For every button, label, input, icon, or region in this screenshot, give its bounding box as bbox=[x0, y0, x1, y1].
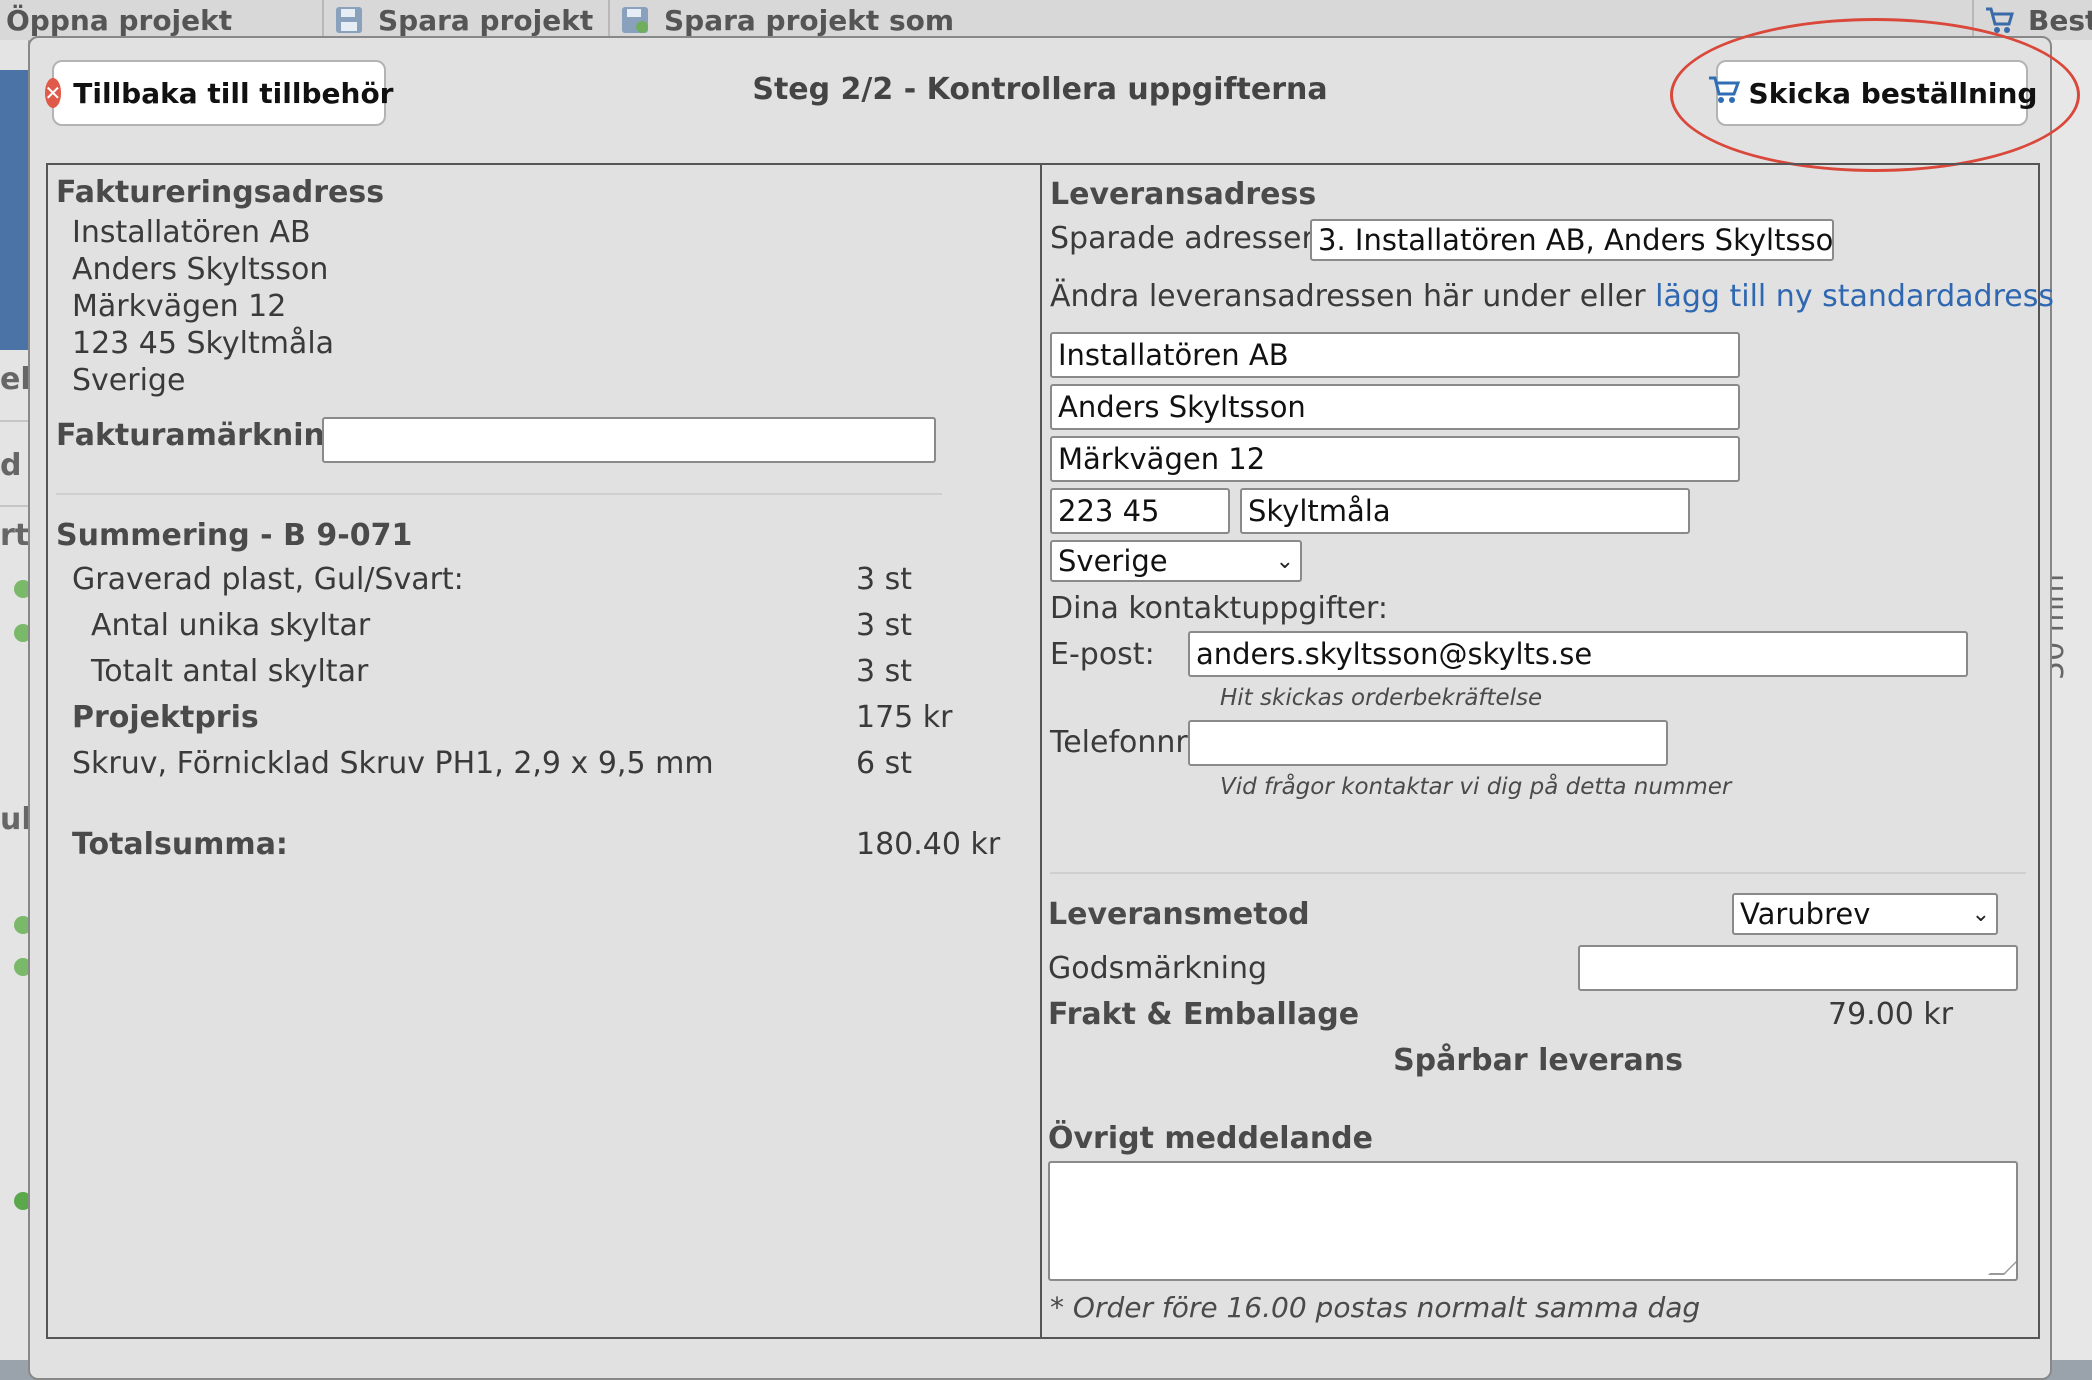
saved-addresses-label: Sparade adresser bbox=[1050, 221, 1314, 256]
country-value: Sverige bbox=[1058, 544, 1168, 578]
delivery-heading: Leveransadress bbox=[1050, 177, 1317, 212]
summary-row-label: Graverad plast, Gul/Svart: bbox=[72, 562, 464, 597]
order-label-bg: Bestä bbox=[2028, 3, 2092, 37]
street-field[interactable]: Märkvägen 12 bbox=[1050, 436, 1740, 482]
cart-icon bbox=[1707, 74, 1749, 113]
summary-row-label: Skruv, Förnicklad Skruv PH1, 2,9 x 9,5 m… bbox=[72, 746, 714, 781]
summary-row-value: 3 st bbox=[856, 608, 913, 643]
billing-heading: Faktureringsadress bbox=[56, 175, 385, 210]
chevron-down-icon: ⌄ bbox=[1971, 901, 1990, 927]
order-dialog: ✕ Tillbaka till tillbehör Steg 2/2 - Kon… bbox=[28, 18, 2080, 1380]
background-left-panel: ek d rt ul bbox=[0, 40, 40, 1360]
phone-field[interactable] bbox=[1188, 720, 1668, 766]
goods-marking-input[interactable] bbox=[1578, 945, 2018, 991]
saved-addresses-select[interactable]: 3. Installatören AB, Anders Skyltsson ⌄ bbox=[1310, 219, 1834, 261]
resize-handle-icon[interactable] bbox=[1988, 1259, 2016, 1275]
order-details: Faktureringsadress Installatören AB Ande… bbox=[46, 163, 2054, 1339]
contact-name-field[interactable]: Anders Skyltsson bbox=[1050, 384, 1740, 430]
total-value: 180.40 kr bbox=[856, 827, 1001, 862]
summary-row-value: 6 st bbox=[856, 746, 913, 781]
summary-heading: Summering - B 9-071 bbox=[56, 518, 413, 553]
open-project-label: Öppna projekt bbox=[6, 3, 233, 37]
billing-name: Anders Skyltsson bbox=[72, 252, 329, 287]
total-label: Totalsumma: bbox=[72, 827, 288, 862]
email-label: E-post: bbox=[1050, 637, 1155, 672]
freight-label: Frakt & Emballage bbox=[1048, 997, 1360, 1032]
bg-fragment: rt bbox=[0, 518, 30, 553]
invoice-marking-input[interactable] bbox=[322, 417, 936, 463]
message-label: Övrigt meddelande bbox=[1048, 1121, 1374, 1156]
change-address-label: Ändra leveransadressen här under eller bbox=[1050, 279, 1646, 314]
billing-company: Installatören AB bbox=[72, 215, 311, 250]
billing-country: Sverige bbox=[72, 363, 186, 398]
phone-label: Telefonnr bbox=[1050, 725, 1188, 760]
summary-row-label: Antal unika skyltar bbox=[91, 608, 371, 643]
company-field[interactable]: Installatören AB bbox=[1050, 332, 1740, 378]
bg-fragment: ul bbox=[0, 802, 32, 837]
project-price-value: 175 kr bbox=[856, 700, 953, 735]
bg-divider bbox=[0, 420, 28, 422]
goods-marking-label: Godsmärkning bbox=[1048, 951, 1267, 986]
city-field[interactable]: Skyltmåla bbox=[1240, 488, 1690, 534]
freight-value: 79.00 kr bbox=[1828, 997, 1954, 1032]
change-address-text: Ändra leveransadressen här under eller l… bbox=[1050, 279, 2054, 314]
delivery-method-label: Leveransmetod bbox=[1048, 897, 1310, 932]
billing-street: Märkvägen 12 bbox=[72, 289, 287, 324]
invoice-marking-label: Fakturamärkning bbox=[56, 418, 347, 453]
billing-zip-city: 123 45 Skyltmåla bbox=[72, 326, 335, 361]
delivery-method-select[interactable]: Varubrev ⌄ bbox=[1732, 893, 1998, 935]
save-project-label: Spara projekt bbox=[378, 3, 594, 37]
add-standard-address-link[interactable]: lägg till ny standardadress bbox=[1655, 279, 2054, 314]
column-divider bbox=[1040, 165, 1042, 1337]
summary-row-value: 3 st bbox=[856, 562, 913, 597]
save-project-button[interactable]: Spara projekt bbox=[322, 0, 593, 40]
project-price-label: Projektpris bbox=[72, 700, 259, 735]
phone-hint: Vid frågor kontaktar vi dig på detta num… bbox=[1220, 774, 1732, 800]
section-divider bbox=[1050, 872, 2026, 874]
contact-heading: Dina kontaktuppgifter: bbox=[1050, 591, 1388, 626]
country-select[interactable]: Sverige ⌄ bbox=[1050, 540, 1302, 582]
tracking-label: Spårbar leverans bbox=[1393, 1043, 1683, 1078]
save-project-as-button[interactable]: Spara projekt som bbox=[608, 0, 954, 40]
send-order-button[interactable]: Skicka beställning bbox=[1708, 60, 2037, 126]
zip-field[interactable]: 223 45 bbox=[1050, 488, 1230, 534]
email-hint: Hit skickas orderbekräftelse bbox=[1220, 685, 1543, 711]
save-icon bbox=[334, 5, 364, 35]
bg-fragment: d bbox=[0, 448, 22, 483]
email-field[interactable]: anders.skyltsson@skylts.se bbox=[1188, 631, 1968, 677]
summary-row-label: Totalt antal skyltar bbox=[91, 654, 369, 689]
send-order-label: Skicka beställning bbox=[1748, 76, 2038, 110]
section-divider bbox=[56, 493, 942, 495]
save-as-icon bbox=[620, 5, 650, 35]
save-project-as-label: Spara projekt som bbox=[664, 3, 955, 37]
delivery-method-value: Varubrev bbox=[1740, 897, 1871, 931]
saved-address-value: 3. Installatören AB, Anders Skyltsson bbox=[1318, 223, 1834, 257]
open-project-button[interactable]: Öppna projekt bbox=[0, 0, 232, 40]
order-cutoff-note: * Order före 16.00 postas normalt samma … bbox=[1050, 1291, 1701, 1324]
chevron-down-icon: ⌄ bbox=[1275, 548, 1294, 574]
message-textarea[interactable] bbox=[1048, 1161, 2018, 1281]
summary-row-value: 3 st bbox=[856, 654, 913, 689]
bg-divider bbox=[0, 505, 28, 507]
background-blue-block bbox=[0, 70, 28, 350]
